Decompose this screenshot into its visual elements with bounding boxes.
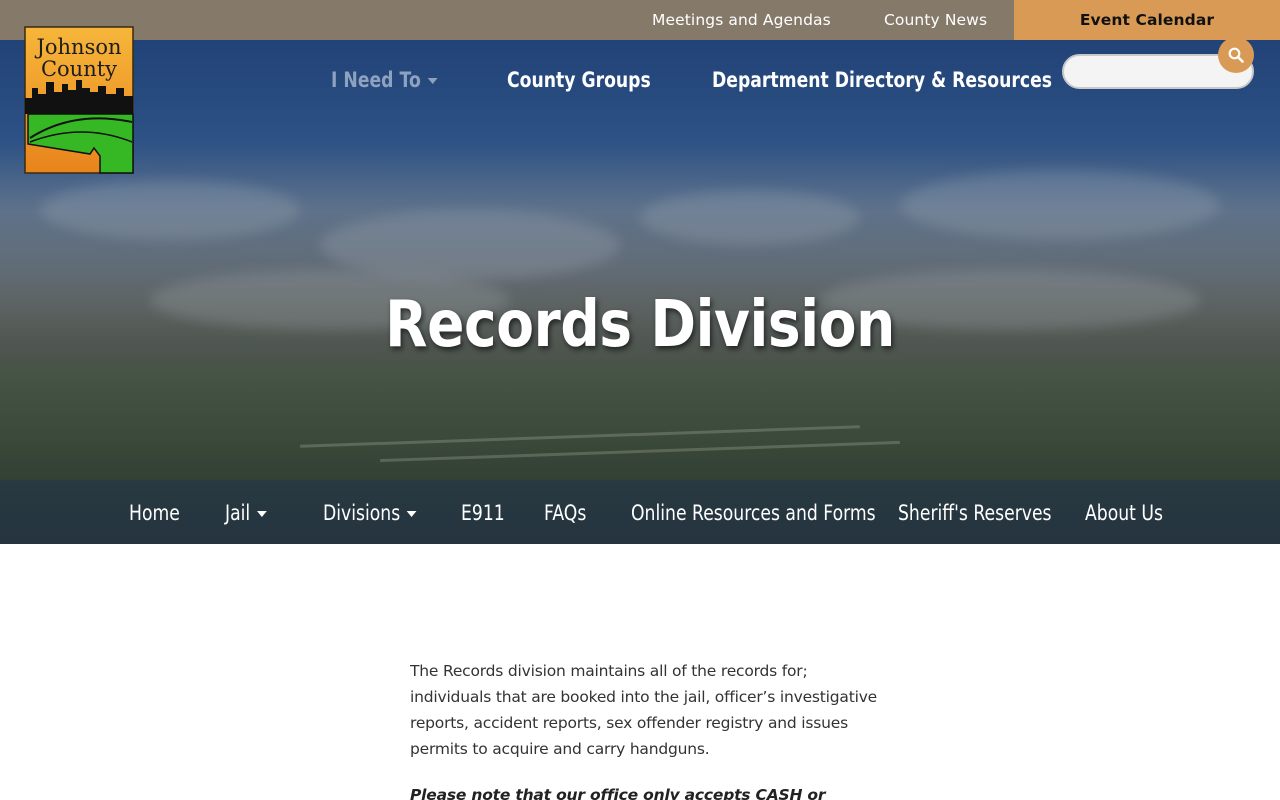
johnson-county-logo[interactable]: Johnson County [24, 26, 134, 174]
subnav-divisions[interactable]: Divisions [323, 480, 417, 544]
nav-i-need-to[interactable]: I Need To [331, 64, 438, 96]
subnav-home[interactable]: Home [129, 480, 180, 544]
chevron-down-icon [427, 78, 438, 84]
svg-text:Johnson: Johnson [34, 35, 121, 59]
subnav-online-resources[interactable]: Online Resources and Forms [631, 480, 876, 544]
subnav-jail[interactable]: Jail [225, 480, 267, 544]
section-subnav: Home Jail Divisions E911 FAQs Online Res… [0, 480, 1280, 544]
payment-note: Please note that our office only accepts… [410, 786, 826, 800]
chevron-down-icon [256, 511, 267, 517]
hero-banner: Records Division [0, 40, 1280, 544]
search-button[interactable] [1218, 37, 1254, 73]
top-utility-bar: Meetings and Agendas County News Event C… [0, 0, 1280, 40]
subnav-about-us[interactable]: About Us [1085, 480, 1163, 544]
county-news-link[interactable]: County News [884, 0, 987, 40]
nav-county-groups[interactable]: County Groups [507, 64, 651, 96]
chevron-down-icon [406, 511, 417, 517]
search-icon [1228, 47, 1244, 63]
main-content: The Records division maintains all of th… [410, 658, 880, 800]
page-title: Records Division [385, 288, 895, 362]
svg-text:County: County [41, 57, 117, 81]
logo-graphic: Johnson County [24, 26, 134, 174]
cloud-shape [640, 190, 860, 245]
subnav-e911[interactable]: E911 [461, 480, 505, 544]
subnav-sheriffs-reserves[interactable]: Sheriff's Reserves [898, 480, 1052, 544]
nav-i-need-to-label: I Need To [331, 68, 421, 92]
nav-department-directory[interactable]: Department Directory & Resources [712, 64, 1052, 96]
subnav-jail-label: Jail [225, 501, 251, 525]
cloud-shape [900, 170, 1220, 240]
meetings-agendas-link[interactable]: Meetings and Agendas [652, 0, 831, 40]
cloud-shape [320, 210, 620, 280]
subnav-divisions-label: Divisions [323, 501, 401, 525]
event-calendar-link[interactable]: Event Calendar [1014, 0, 1280, 40]
subnav-faqs[interactable]: FAQs [544, 480, 586, 544]
intro-paragraph: The Records division maintains all of th… [410, 662, 877, 758]
cloud-shape [40, 180, 300, 240]
